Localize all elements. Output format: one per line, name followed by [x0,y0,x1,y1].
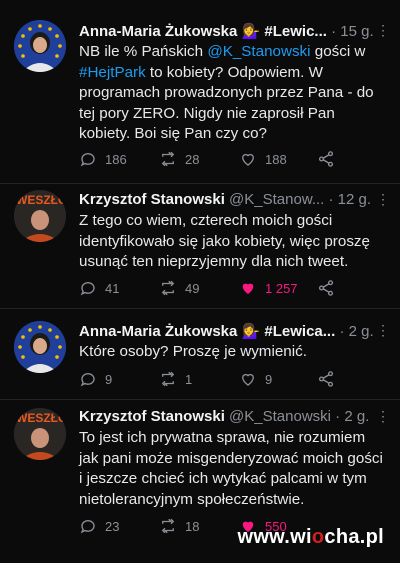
tweet-text: Które osoby? Proszę je wymienić. [79,343,307,360]
retweet-button[interactable]: 49 [159,279,199,297]
heart-icon-filled [242,283,254,294]
reply-button[interactable]: 23 [79,517,119,535]
share-button[interactable] [317,150,335,168]
like-count: 9 [265,371,273,387]
like-button[interactable]: 1 257 [239,279,298,297]
svg-text:WESZŁO: WESZŁO [16,193,66,207]
tweet-1[interactable]: Anna-Maria Żukowska 💁‍♀️ #Lewic... · 15 … [0,0,400,180]
more-options-icon[interactable]: ⋮ [376,322,390,339]
avatar[interactable] [14,321,66,373]
author-name[interactable]: Anna-Maria Żukowska 💁‍♀️ #Lewic... [79,23,327,40]
watermark: www.wiocha.pl [237,526,384,548]
retweet-count: 28 [185,151,200,167]
share-button[interactable] [317,279,335,297]
svg-text:WESZŁO: WESZŁO [16,411,66,425]
more-options-icon[interactable]: ⋮ [376,408,390,425]
retweet-button[interactable]: 28 [159,150,199,168]
share-icon [318,371,334,387]
reply-icon [80,373,95,387]
timestamp[interactable]: · 2 g. [335,408,369,425]
avatar[interactable] [14,20,66,72]
retweet-button[interactable]: 1 [159,370,192,388]
hashtag-link[interactable]: #HejtPark [79,64,146,81]
reply-button[interactable]: 186 [79,150,127,168]
mention-link[interactable]: @K_Stanowski [207,43,310,60]
reply-count: 186 [105,151,127,167]
tweet-actions: 41 49 1 257 [79,279,388,301]
heart-icon [242,153,254,166]
more-options-icon[interactable]: ⋮ [376,191,390,208]
reply-button[interactable]: 9 [79,370,112,388]
tweet-header: Krzysztof Stanowski @K_Stanowski · 2 g. [79,408,388,428]
reply-icon [80,282,95,296]
tweet-2[interactable]: WESZŁO Krzysztof Stanowski @K_Stanow... … [0,184,400,302]
heart-icon [242,373,254,386]
author-handle[interactable]: @K_Stanow... [229,191,324,208]
like-count: 188 [265,151,287,167]
author-name[interactable]: Krzysztof Stanowski [79,408,225,425]
like-button[interactable]: 9 [239,370,272,388]
reply-count: 23 [105,518,120,534]
tweet-header: Krzysztof Stanowski @K_Stanow... · 12 g. [79,191,388,211]
retweet-icon [161,280,175,296]
like-button[interactable]: 188 [239,150,287,168]
share-icon [318,280,334,296]
avatar[interactable]: WESZŁO [14,190,66,242]
retweet-icon [161,151,175,167]
reply-icon [80,153,95,167]
tweet-text: NB ile % Pańskich @K_Stanowski gości w #… [79,43,374,142]
author-name[interactable]: Krzysztof Stanowski [79,191,225,208]
retweet-count: 1 [185,371,193,387]
share-button[interactable] [317,370,335,388]
retweet-icon [161,371,175,387]
share-icon [318,151,334,167]
like-count: 1 257 [265,280,298,296]
tweet-text: To jest ich prywatna sprawa, nie rozumie… [79,429,383,508]
retweet-button[interactable]: 18 [159,517,199,535]
tweet-actions: 186 28 188 [79,150,388,172]
tweet-text: Z tego co wiem, czterech moich gości ide… [79,212,370,270]
timestamp[interactable]: · 2 g. [339,323,373,340]
reply-count: 41 [105,280,120,296]
retweet-count: 18 [185,518,200,534]
more-options-icon[interactable]: ⋮ [376,22,390,39]
tweet-actions: 9 1 9 [79,370,388,392]
timestamp[interactable]: · 15 g. [331,23,374,40]
retweet-count: 49 [185,280,200,296]
reply-count: 9 [105,371,113,387]
reply-icon [80,520,95,534]
author-name[interactable]: Anna-Maria Żukowska 💁‍♀️ #Lewica... [79,323,335,340]
reply-button[interactable]: 41 [79,279,119,297]
tweet-header: Anna-Maria Żukowska 💁‍♀️ #Lewica... · 2 … [79,322,388,342]
tweet-header: Anna-Maria Żukowska 💁‍♀️ #Lewic... · 15 … [79,22,388,42]
avatar[interactable]: WESZŁO [14,408,66,460]
retweet-icon [161,518,175,534]
timestamp[interactable]: · 12 g. [329,191,372,208]
tweet-3[interactable]: Anna-Maria Żukowska 💁‍♀️ #Lewica... · 2 … [0,309,400,397]
author-handle[interactable]: @K_Stanowski [229,408,331,425]
